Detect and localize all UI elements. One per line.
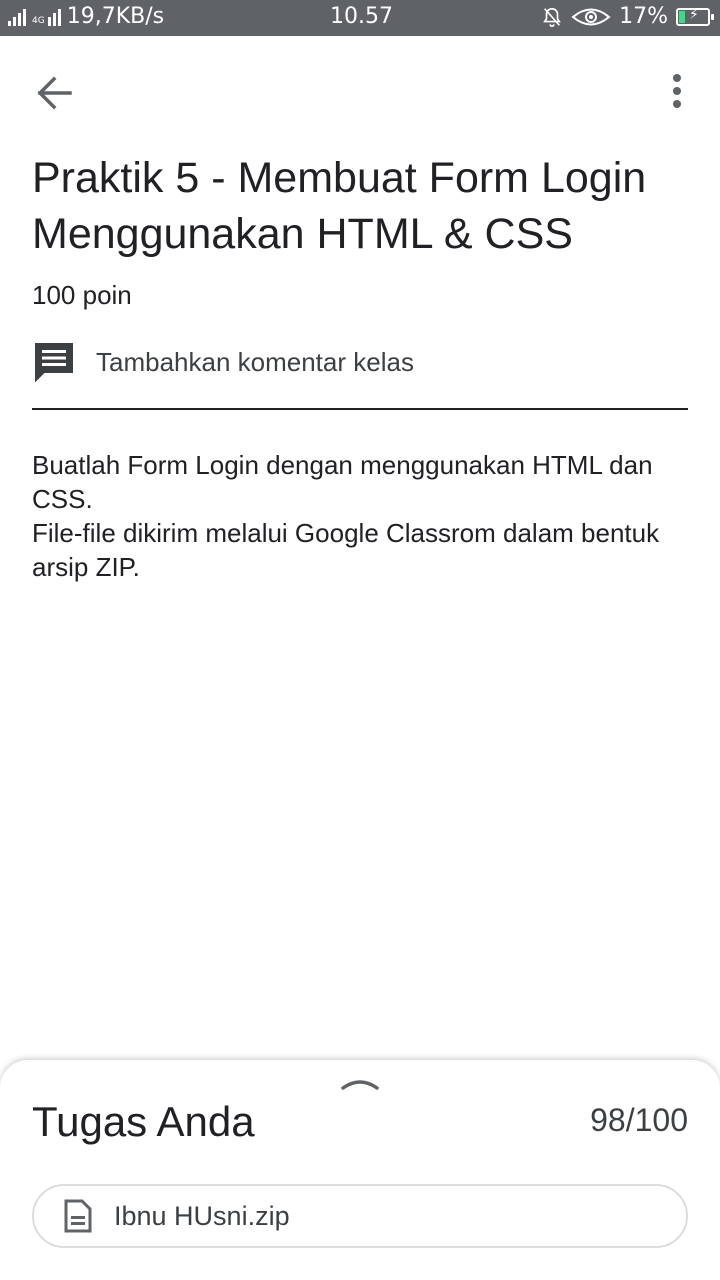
divider	[32, 408, 688, 410]
grade-score: 98/100	[590, 1102, 688, 1138]
file-icon	[64, 1199, 92, 1233]
eye-icon	[571, 8, 611, 25]
description-line: Buatlah Form Login dengan menggunakan HT…	[32, 450, 653, 514]
assignment-description: Buatlah Form Login dengan menggunakan HT…	[32, 448, 682, 584]
more-options-button[interactable]	[660, 68, 694, 114]
network-speed: 19,7KB/s	[66, 4, 165, 29]
add-class-comment-label: Tambahkan komentar kelas	[96, 346, 414, 377]
battery-percent: 17%	[619, 4, 668, 29]
battery-charging-icon: ⚡	[676, 7, 714, 26]
assignment-title: Praktik 5 - Membuat Form Login Menggunak…	[32, 154, 647, 258]
comment-icon	[35, 343, 73, 383]
signal-4g-icon: 4G	[32, 8, 61, 26]
your-work-sheet: Tugas Anda 98/100 Ibnu HUsni.zip	[0, 1060, 720, 1280]
add-class-comment-button[interactable]: Tambahkan komentar kelas	[32, 340, 414, 384]
mute-icon	[543, 7, 561, 27]
assignment-points: 100 poin	[32, 280, 132, 310]
chevron-up-icon[interactable]	[340, 1074, 380, 1094]
arrow-back-icon	[37, 76, 72, 110]
status-bar-right: 17% ⚡	[541, 4, 714, 29]
signal-icon	[8, 8, 26, 26]
back-button[interactable]	[30, 70, 80, 116]
attachment-name: Ibnu HUsni.zip	[114, 1200, 290, 1231]
network-type-label: 4G	[32, 15, 45, 26]
status-time: 10.57	[330, 4, 393, 29]
status-bar-left: 4G 19,7KB/s	[8, 4, 164, 29]
status-bar: 4G 19,7KB/s 10.57 17% ⚡	[0, 0, 720, 36]
your-work-title: Tugas Anda	[32, 1098, 255, 1145]
attachment-chip[interactable]: Ibnu HUsni.zip	[32, 1184, 688, 1248]
more-vert-icon	[673, 74, 681, 82]
description-line: File-file dikirim melalui Google Classro…	[32, 518, 660, 582]
